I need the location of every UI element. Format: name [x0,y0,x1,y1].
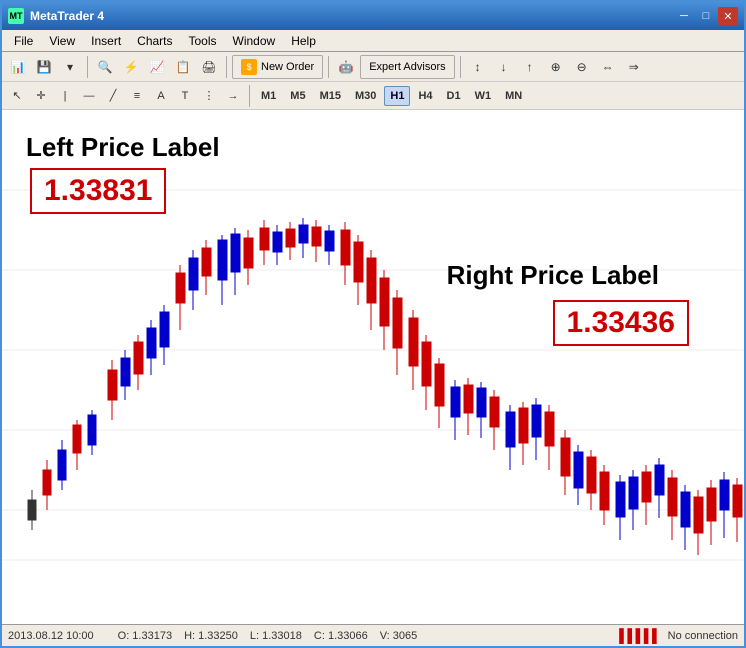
down-icon[interactable]: ↓ [492,55,516,79]
title-bar-controls: ─ □ ✕ [674,7,738,25]
print-icon[interactable]: 🖨 [197,55,221,79]
status-datetime: 2013.08.12 10:00 [8,630,94,642]
indicators-icon[interactable]: ⚡ [119,55,143,79]
toolbar1: 📊 💾 ▾ 🔍 ⚡ 📈 📋 🖨 $ New Order 🤖 Expert Adv… [2,52,744,82]
new-order-button[interactable]: $ New Order [232,55,323,79]
title-bar-left: MT MetaTrader 4 [8,8,104,24]
menu-file[interactable]: File [6,32,41,50]
menu-view[interactable]: View [41,32,83,50]
title-bar: MT MetaTrader 4 ─ □ ✕ [2,2,744,30]
sep1 [87,56,88,78]
minimize-button[interactable]: ─ [674,7,694,25]
status-volume: V: 3065 [380,630,418,642]
new-order-icon: $ [241,59,257,75]
vertical-line-tool[interactable]: | [54,85,76,107]
status-close: C: 1.33066 [314,630,368,642]
fixed-scale-icon[interactable]: ⇔ [596,55,620,79]
text-tool[interactable]: A [150,85,172,107]
fib-tool[interactable]: ⋮ [198,85,220,107]
label-tool[interactable]: T [174,85,196,107]
timeframe-m1[interactable]: M1 [255,86,282,106]
menu-help[interactable]: Help [283,32,324,50]
sep3 [328,56,329,78]
sort-icon[interactable]: ↕ [466,55,490,79]
timeframe-w1[interactable]: W1 [469,86,498,106]
timeframe-mn[interactable]: MN [499,86,528,106]
status-low: L: 1.33018 [250,630,302,642]
expert-advisors-label: Expert Advisors [369,61,445,73]
crosshair-tool[interactable]: ✛ [30,85,52,107]
close-button[interactable]: ✕ [718,7,738,25]
menu-charts[interactable]: Charts [129,32,180,50]
main-window: MT MetaTrader 4 ─ □ ✕ File View Insert C… [0,0,746,648]
app-icon: MT [8,8,24,24]
expert-advisors-button[interactable]: Expert Advisors [360,55,454,79]
properties-icon[interactable]: 📋 [171,55,195,79]
timeframe-m15[interactable]: M15 [314,86,347,106]
no-connection-status: No connection [668,630,738,642]
right-price-box: 1.33436 [553,300,689,346]
menu-bar: File View Insert Charts Tools Window Hel… [2,30,744,52]
channel-tool[interactable]: ≡ [126,85,148,107]
signal-bars-icon: ▐▐▐▐▐ [615,628,656,643]
sep2 [226,56,227,78]
horizontal-line-tool[interactable]: — [78,85,100,107]
window-title: MetaTrader 4 [30,9,104,23]
arrow-down-icon[interactable]: ▾ [58,55,82,79]
timeframe-h4[interactable]: H4 [412,86,438,106]
sep4 [460,56,461,78]
cursor-tool[interactable]: ↖ [6,85,28,107]
toolbar2: ↖ ✛ | — ╱ ≡ A T ⋮ → M1 M5 M15 M30 H1 H4 … [2,82,744,110]
auto-scroll-icon[interactable]: ⇒ [622,55,646,79]
status-bar: 2013.08.12 10:00 O: 1.33173 H: 1.33250 L… [2,624,744,646]
new-order-label: New Order [261,61,314,73]
save-icon[interactable]: 💾 [32,55,56,79]
timeframe-m30[interactable]: M30 [349,86,382,106]
timeframe-d1[interactable]: D1 [441,86,467,106]
maximize-button[interactable]: □ [696,7,716,25]
left-price-label: Left Price Label [26,132,220,163]
zoom-out-icon[interactable]: ⊖ [570,55,594,79]
status-high: H: 1.33250 [184,630,238,642]
menu-insert[interactable]: Insert [83,32,129,50]
timeframe-m5[interactable]: M5 [284,86,311,106]
timeframe-h1[interactable]: H1 [384,86,410,106]
zoom-in-icon[interactable]: ⊕ [544,55,568,79]
trendline-tool[interactable]: ╱ [102,85,124,107]
new-chart-icon[interactable]: 📊 [6,55,30,79]
expert-icon[interactable]: 🤖 [334,55,358,79]
left-price-box: 1.33831 [30,168,166,214]
menu-window[interactable]: Window [225,32,284,50]
sep5 [249,85,250,107]
arrow-tool[interactable]: → [222,85,244,107]
chart-container[interactable]: Left Price Label 1.33831 Right Price Lab… [2,110,744,624]
zoom-icon[interactable]: 🔍 [93,55,117,79]
menu-tools[interactable]: Tools [181,32,225,50]
chart-type-icon[interactable]: 📈 [145,55,169,79]
right-price-label: Right Price Label [447,260,659,291]
status-open: O: 1.33173 [118,630,172,642]
up-icon[interactable]: ↑ [518,55,542,79]
